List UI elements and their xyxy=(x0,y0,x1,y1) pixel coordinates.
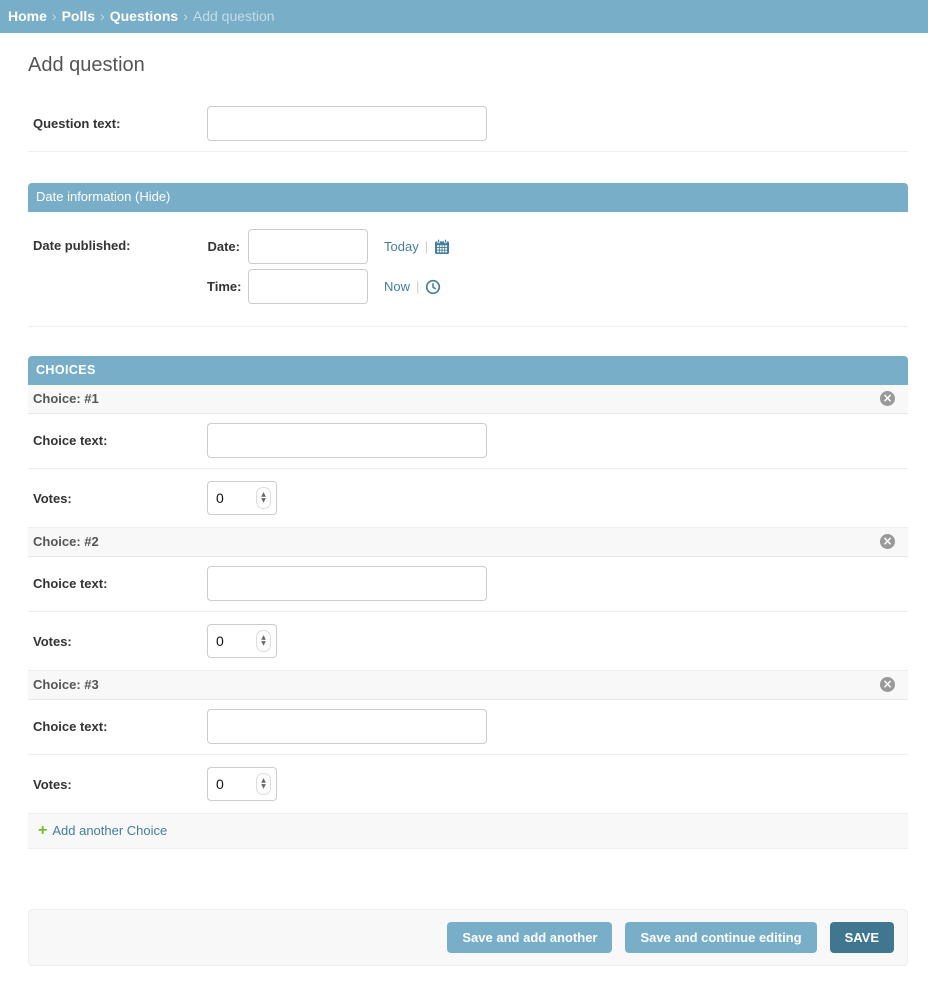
add-another-choice-label: Add another Choice xyxy=(52,822,167,840)
choice-inline-block: Choice: #2 × Choice text: Votes: ▲ ▼ xyxy=(28,528,908,671)
stepper-down-icon[interactable]: ▼ xyxy=(261,641,266,647)
breadcrumb-separator: › xyxy=(183,8,188,24)
choices-group: CHOICES Choice: #1 × Choice text: Votes:… xyxy=(28,356,908,849)
votes-value-field[interactable] xyxy=(216,633,246,649)
breadcrumb-link-polls[interactable]: Polls xyxy=(62,8,95,24)
number-stepper[interactable]: ▲ ▼ xyxy=(256,630,271,652)
number-stepper[interactable]: ▲ ▼ xyxy=(256,773,271,795)
date-published-label: Date published: xyxy=(33,238,207,253)
breadcrumb-current: Add question xyxy=(193,8,275,24)
content-area: Add question Question text: Date informa… xyxy=(28,54,908,966)
question-text-label: Question text: xyxy=(33,116,207,131)
question-text-input[interactable] xyxy=(207,106,487,141)
delete-choice-icon[interactable]: × xyxy=(880,534,895,549)
shortcut-separator: | xyxy=(425,239,428,254)
choice-inline-block: Choice: #1 × Choice text: Votes: ▲ ▼ xyxy=(28,385,908,528)
choice-text-input[interactable] xyxy=(207,566,487,601)
date-sub-row: Date: Today | xyxy=(207,229,450,264)
votes-value-field[interactable] xyxy=(216,490,246,506)
votes-label: Votes: xyxy=(33,634,207,649)
votes-label: Votes: xyxy=(33,491,207,506)
question-text-row: Question text: xyxy=(28,97,908,152)
votes-row: Votes: ▲ ▼ xyxy=(28,755,908,814)
votes-input[interactable]: ▲ ▼ xyxy=(207,481,277,515)
date-fieldset-header[interactable]: Date information (Hide) xyxy=(28,183,908,212)
choice-title-row: Choice: #3 × xyxy=(28,671,908,700)
choice-title: Choice: #1 xyxy=(33,391,99,406)
choice-text-label: Choice text: xyxy=(33,433,207,448)
choices-header: CHOICES xyxy=(28,356,908,385)
date-published-row: Date published: Date: Today | xyxy=(28,212,908,327)
breadcrumb-separator: › xyxy=(52,8,57,24)
time-input[interactable] xyxy=(248,269,368,304)
votes-input[interactable]: ▲ ▼ xyxy=(207,767,277,801)
choice-title-row: Choice: #2 × xyxy=(28,528,908,557)
datetime-widget: Date: Today | xyxy=(207,229,450,304)
breadcrumb-link-home[interactable]: Home xyxy=(8,8,47,24)
stepper-down-icon[interactable]: ▼ xyxy=(261,784,266,790)
choice-text-input[interactable] xyxy=(207,709,487,744)
date-sublabel: Date: xyxy=(207,239,240,254)
choice-title: Choice: #3 xyxy=(33,677,99,692)
add-choice-row: + Add another Choice xyxy=(28,814,908,849)
number-stepper[interactable]: ▲ ▼ xyxy=(256,487,271,509)
plus-icon: + xyxy=(38,824,47,838)
choice-inline-block: Choice: #3 × Choice text: Votes: ▲ ▼ xyxy=(28,671,908,814)
choice-text-label: Choice text: xyxy=(33,719,207,734)
choice-text-input[interactable] xyxy=(207,423,487,458)
submit-row: Save and add another Save and continue e… xyxy=(28,909,908,966)
time-sub-row: Time: Now | xyxy=(207,269,450,304)
choice-text-row: Choice text: xyxy=(28,414,908,469)
breadcrumb-link-questions[interactable]: Questions xyxy=(110,8,178,24)
stepper-down-icon[interactable]: ▼ xyxy=(261,498,266,504)
save-and-add-another-button[interactable]: Save and add another xyxy=(447,922,612,953)
shortcut-separator: | xyxy=(416,279,419,294)
time-sublabel: Time: xyxy=(207,279,240,294)
choice-title: Choice: #2 xyxy=(33,534,99,549)
votes-value-field[interactable] xyxy=(216,776,246,792)
choice-text-row: Choice text: xyxy=(28,700,908,755)
page-title: Add question xyxy=(28,54,908,77)
choice-title-row: Choice: #1 × xyxy=(28,385,908,414)
today-link[interactable]: Today xyxy=(384,239,419,254)
votes-input[interactable]: ▲ ▼ xyxy=(207,624,277,658)
question-fieldset: Question text: xyxy=(28,97,908,152)
choice-text-row: Choice text: xyxy=(28,557,908,612)
votes-row: Votes: ▲ ▼ xyxy=(28,469,908,528)
clock-icon[interactable] xyxy=(425,279,441,295)
save-button[interactable]: SAVE xyxy=(830,922,894,953)
breadcrumb: Home › Polls › Questions › Add question xyxy=(0,0,928,33)
votes-row: Votes: ▲ ▼ xyxy=(28,612,908,671)
date-fieldset: Date information (Hide) Date published: … xyxy=(28,183,908,327)
delete-choice-icon[interactable]: × xyxy=(880,677,895,692)
delete-choice-icon[interactable]: × xyxy=(880,391,895,406)
choice-text-label: Choice text: xyxy=(33,576,207,591)
save-and-continue-editing-button[interactable]: Save and continue editing xyxy=(625,922,816,953)
calendar-icon[interactable] xyxy=(434,239,450,255)
add-another-choice-link[interactable]: + Add another Choice xyxy=(38,822,167,840)
now-link[interactable]: Now xyxy=(384,279,410,294)
breadcrumb-separator: › xyxy=(100,8,105,24)
date-input[interactable] xyxy=(248,229,368,264)
votes-label: Votes: xyxy=(33,777,207,792)
